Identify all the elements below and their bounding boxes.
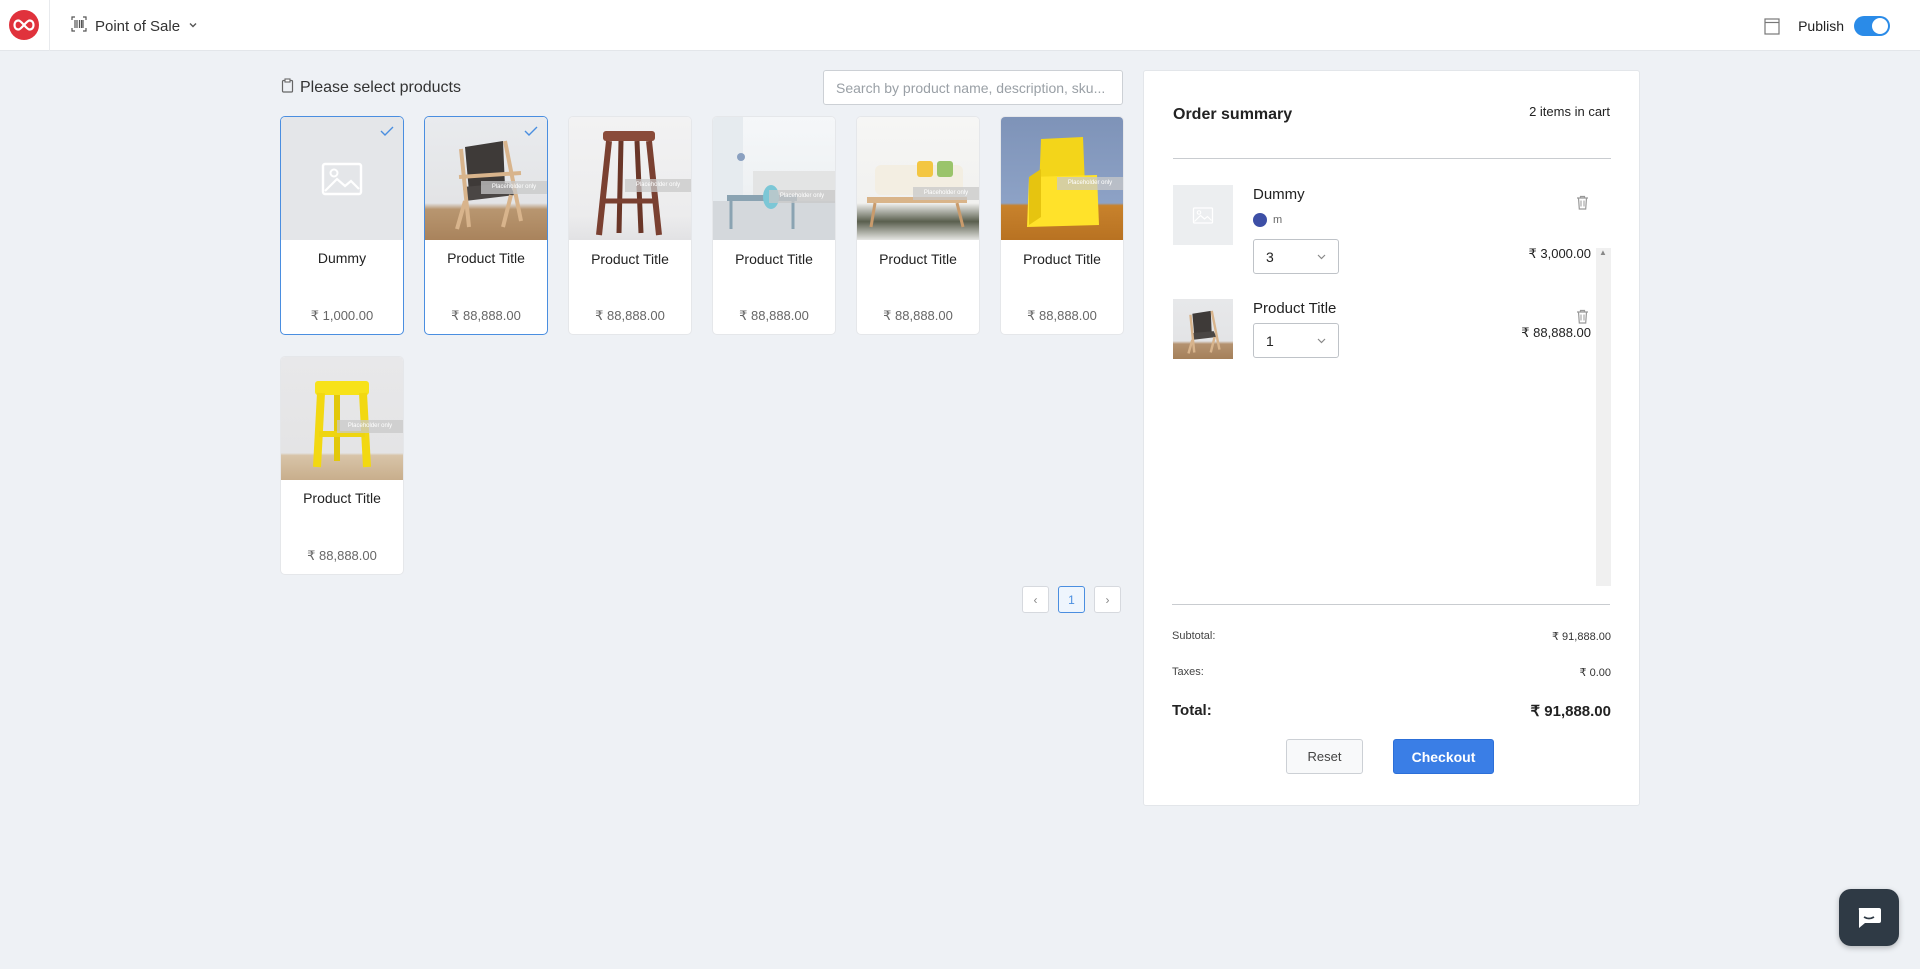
quantity-select[interactable]: 3 xyxy=(1253,239,1339,274)
product-price: ₹ 88,888.00 xyxy=(307,548,377,563)
chevron-down-icon xyxy=(1317,254,1326,259)
checkout-button[interactable]: Checkout xyxy=(1393,739,1494,774)
color-swatch xyxy=(1253,213,1267,227)
selected-check-icon xyxy=(380,123,394,141)
product-image-living-room: Placeholder only xyxy=(713,117,835,240)
placeholder-tag: Placeholder only xyxy=(1057,177,1123,190)
product-price: ₹ 88,888.00 xyxy=(883,308,953,323)
cart-item-name: Dummy xyxy=(1253,186,1305,203)
scroll-up-arrow-icon[interactable]: ▲ xyxy=(1599,248,1607,257)
product-price: ₹ 88,888.00 xyxy=(595,308,665,323)
placeholder-tag: Placeholder only xyxy=(625,179,691,192)
delete-icon[interactable] xyxy=(1576,195,1589,215)
product-card[interactable]: Placeholder only Product Title ₹ 88,888.… xyxy=(280,356,404,575)
placeholder-tag: Placeholder only xyxy=(769,190,835,203)
product-name: Product Title xyxy=(591,251,669,267)
cart-item-count: 2 items in cart xyxy=(1529,104,1610,119)
image-placeholder-icon xyxy=(321,162,363,195)
product-search-input[interactable] xyxy=(823,70,1123,105)
summary-divider xyxy=(1173,158,1611,159)
product-card[interactable]: Dummy ₹ 1,000.00 xyxy=(280,116,404,335)
quantity-value: 1 xyxy=(1266,332,1274,349)
product-card[interactable]: Placeholder only Product Title ₹ 88,888.… xyxy=(424,116,548,335)
quantity-value: 3 xyxy=(1266,248,1274,265)
product-card[interactable]: Placeholder only Product Title ₹ 88,888.… xyxy=(712,116,836,335)
product-image-yellow-stool: Placeholder only xyxy=(281,357,403,480)
pagination-page-1[interactable]: 1 xyxy=(1058,586,1085,613)
chat-bubble-icon xyxy=(1858,907,1881,928)
product-name: Product Title xyxy=(1023,251,1101,267)
toggle-knob xyxy=(1872,18,1888,34)
product-card[interactable]: Placeholder only Product Title ₹ 88,888.… xyxy=(568,116,692,335)
order-summary-title: Order summary xyxy=(1173,106,1293,123)
cart-item-variant: m xyxy=(1253,213,1282,227)
publish-label: Publish xyxy=(1798,18,1844,34)
top-bar: Point of Sale Publish xyxy=(0,0,1920,51)
product-name: Product Title xyxy=(303,490,381,506)
image-placeholder-icon xyxy=(1192,206,1214,224)
placeholder-tag: Placeholder only xyxy=(913,187,979,200)
product-name: Dummy xyxy=(317,250,367,266)
delete-icon[interactable] xyxy=(1576,309,1589,329)
brand-logo-icon[interactable] xyxy=(9,10,39,40)
layout-preview-icon[interactable] xyxy=(1764,17,1780,35)
placeholder-tag: Placeholder only xyxy=(481,181,547,194)
product-card[interactable]: Placeholder only Product Title ₹ 88,888.… xyxy=(1000,116,1124,335)
pagination-next-button[interactable]: › xyxy=(1094,586,1121,613)
cart-list: Dummy m 3 ₹ 3,000.00 Product Title 1 ₹ 8… xyxy=(1173,181,1611,586)
cart-item-image xyxy=(1173,299,1233,359)
product-image-sofa: Placeholder only xyxy=(857,117,979,240)
cart-item-image xyxy=(1173,185,1233,245)
product-card[interactable]: Placeholder only Product Title ₹ 88,888.… xyxy=(856,116,980,335)
order-summary-panel: Order summary 2 items in cart Dummy m 3 … xyxy=(1143,70,1640,806)
cart-item-name: Product Title xyxy=(1253,300,1337,317)
cart-item-price: ₹ 3,000.00 xyxy=(1528,246,1592,261)
product-name: Product Title xyxy=(735,251,813,267)
product-price: ₹ 88,888.00 xyxy=(451,308,521,323)
header-divider xyxy=(49,0,50,51)
selected-check-icon xyxy=(524,123,538,141)
pagination-prev-button[interactable]: ‹ xyxy=(1022,586,1049,613)
clipboard-icon xyxy=(281,78,294,98)
reset-button[interactable]: Reset xyxy=(1286,739,1363,774)
product-price: ₹ 1,000.00 xyxy=(310,308,374,323)
variant-size: m xyxy=(1273,214,1283,226)
chevron-down-icon xyxy=(1317,338,1326,343)
product-name: Product Title xyxy=(879,251,957,267)
products-header: Please select products xyxy=(281,78,461,98)
placeholder-tag: Placeholder only xyxy=(337,420,403,433)
product-image-yellow-armchair: Placeholder only xyxy=(1001,117,1123,240)
cart-vertical-scrollbar[interactable]: ▲ ▼ xyxy=(1596,248,1611,586)
product-price: ₹ 88,888.00 xyxy=(739,308,809,323)
publish-toggle[interactable] xyxy=(1854,16,1890,36)
chat-widget-button[interactable] xyxy=(1839,889,1899,946)
app-title: Point of Sale xyxy=(95,17,181,35)
app-switcher[interactable]: Point of Sale xyxy=(71,13,198,39)
chevron-down-icon xyxy=(188,17,198,35)
product-price: ₹ 88,888.00 xyxy=(1027,308,1097,323)
product-image-stool: Placeholder only xyxy=(569,117,691,240)
product-name: Product Title xyxy=(447,250,525,266)
products-header-label: Please select products xyxy=(300,79,461,96)
barcode-icon xyxy=(71,15,87,37)
quantity-select[interactable]: 1 xyxy=(1253,323,1339,358)
